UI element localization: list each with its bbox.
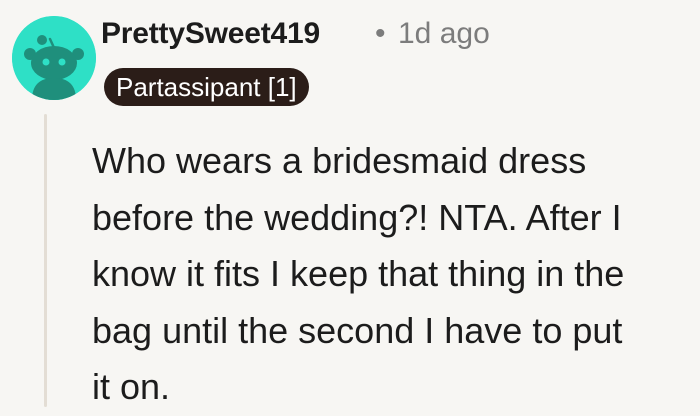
user-flair-badge: Partassipant [1] — [104, 68, 309, 106]
comment-body-line: know it fits I keep that thing in the — [92, 253, 625, 294]
thread-line[interactable] — [44, 114, 47, 407]
comment-body-line: it on. — [92, 366, 171, 407]
meta-separator: • — [375, 17, 386, 50]
comment-body-line: Who wears a bridesmaid dress — [92, 140, 587, 181]
comment-body-line: bag until the second I have to put — [92, 309, 623, 351]
user-avatar-icon[interactable] — [12, 16, 96, 100]
username-link[interactable]: PrettySweet419 — [101, 14, 320, 54]
comment: PrettySweet419 • 1d ago Partassipant [1]… — [0, 0, 700, 407]
comment-body: Who wears a bridesmaid dress before the … — [92, 133, 692, 416]
comment-timestamp[interactable]: 1d ago — [398, 14, 490, 54]
comment-body-line: before the wedding?! NTA. After I — [92, 196, 622, 238]
